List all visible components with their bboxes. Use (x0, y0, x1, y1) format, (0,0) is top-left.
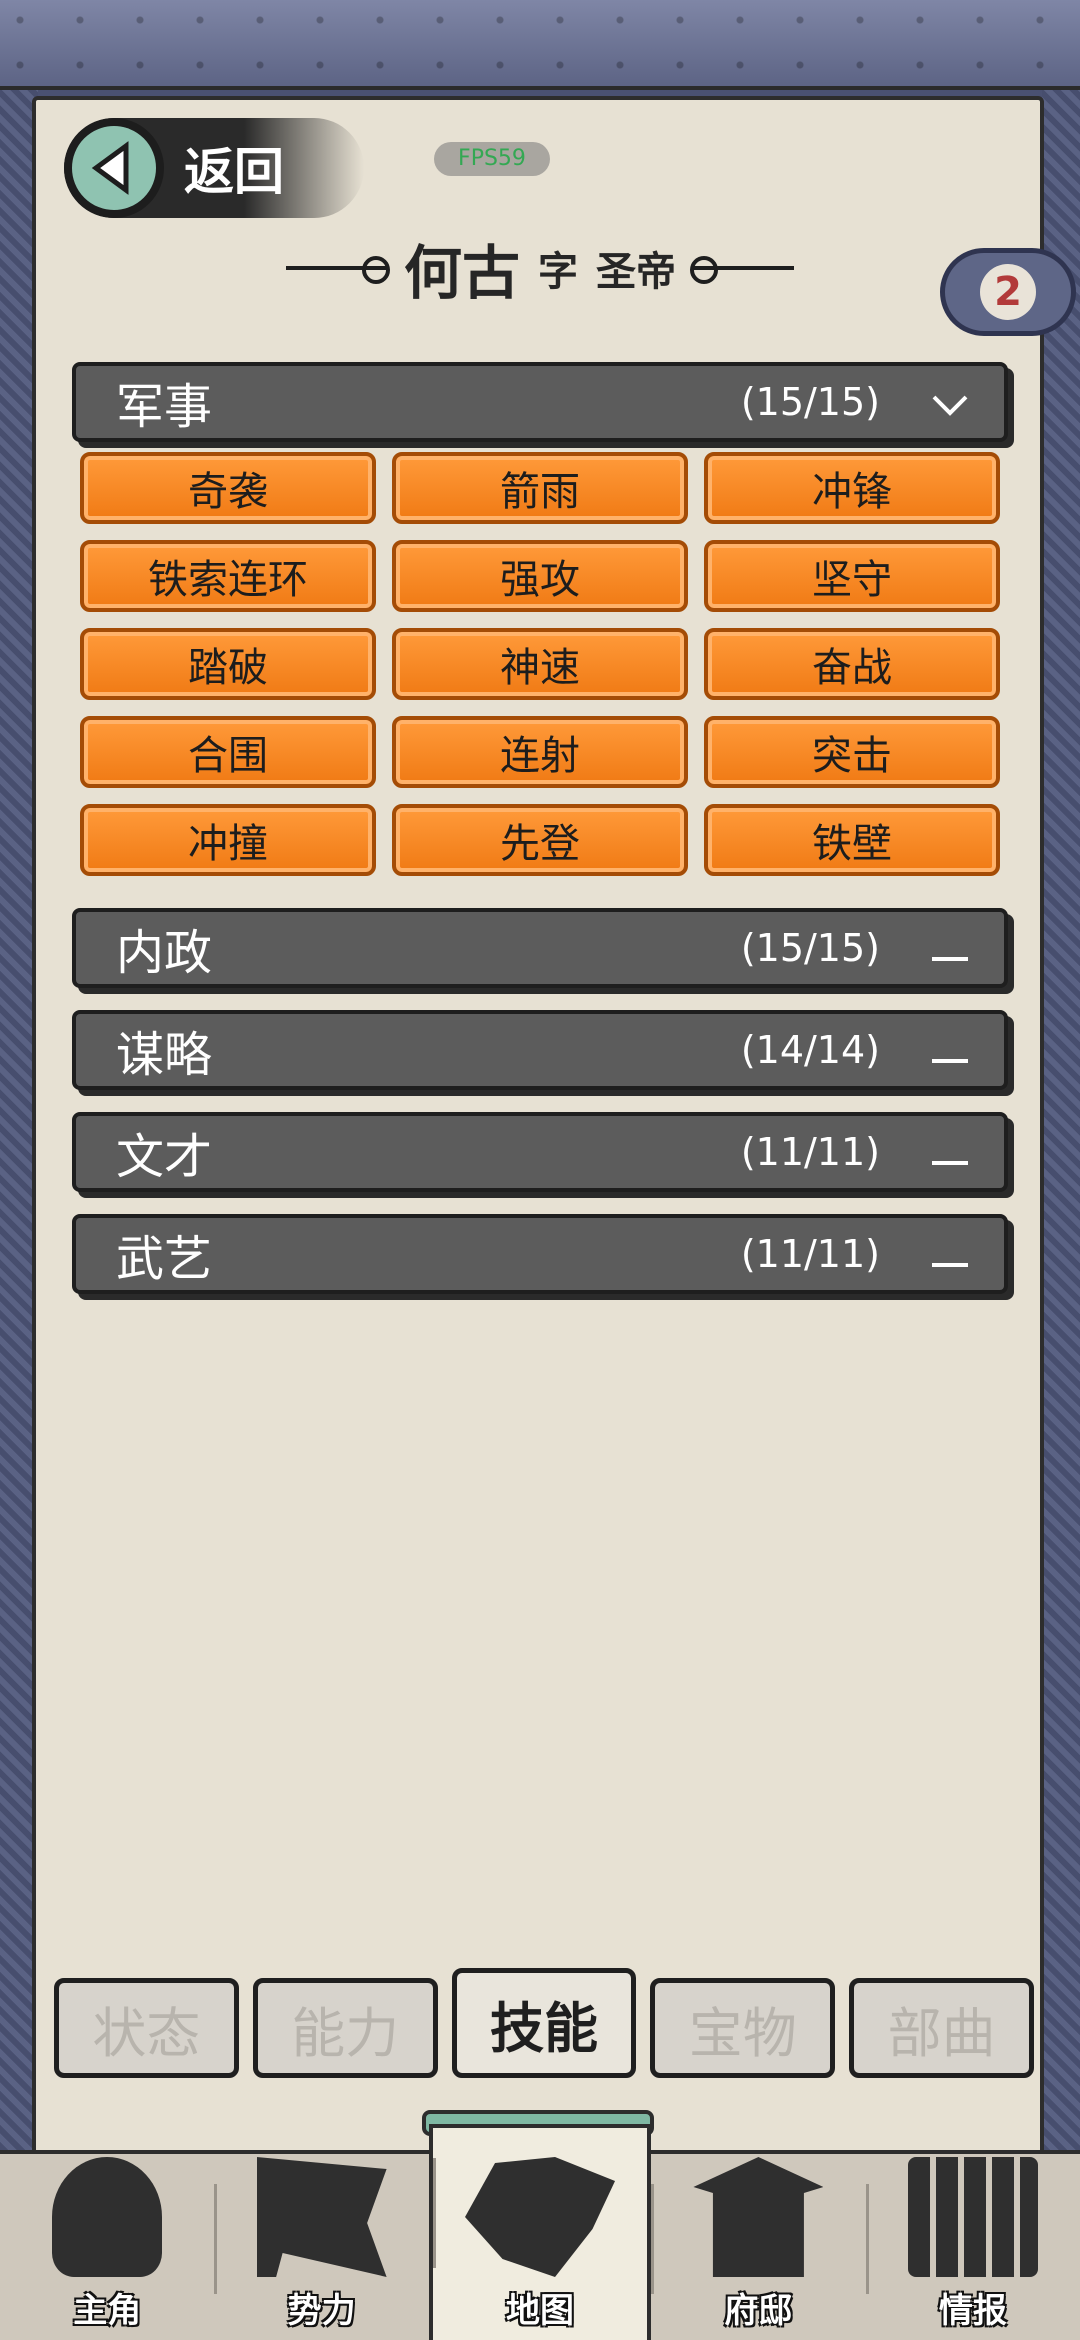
collapse-dash-icon (920, 1230, 980, 1279)
nav-label: 府邸 (724, 2291, 793, 2331)
nav-map[interactable]: 地图 (428, 2124, 652, 2340)
decorative-top-border (0, 0, 1080, 90)
category-name: 武艺 (116, 1231, 213, 1287)
back-button[interactable]: 返回 (64, 118, 364, 218)
tab-ability[interactable]: 能力 (252, 1978, 438, 2078)
title-ornament-right (690, 256, 794, 284)
skill-button[interactable]: 奇袭 (80, 452, 376, 524)
category-header-literature[interactable]: 文才 (11/11) (72, 1112, 1008, 1192)
nav-faction[interactable]: 势力 (214, 2154, 428, 2340)
title-ornament-left (285, 256, 390, 284)
category-name: 内政 (116, 925, 213, 981)
skill-button[interactable]: 冲撞 (80, 804, 376, 876)
category-count: (11/11) (740, 1130, 880, 1174)
back-arrow-icon (64, 118, 164, 218)
category-header-administration[interactable]: 内政 (15/15) (72, 908, 1008, 988)
detail-tab-bar: 状态 能力 技能 宝物 部曲 (48, 1968, 1040, 2086)
nav-mansion[interactable]: 府邸 (651, 2154, 865, 2340)
skill-button[interactable]: 突击 (704, 716, 1000, 788)
avatar-icon (52, 2157, 163, 2277)
category-header-martial[interactable]: 武艺 (11/11) (72, 1214, 1008, 1294)
category-count: (15/15) (740, 926, 880, 970)
category-count: (15/15) (740, 380, 880, 424)
mansion-icon (693, 2157, 824, 2277)
tab-status[interactable]: 状态 (54, 1978, 239, 2078)
nav-label: 主角 (73, 2291, 142, 2331)
collapse-dash-icon (920, 1128, 980, 1177)
skill-button[interactable]: 铁索连环 (80, 540, 376, 612)
back-label: 返回 (184, 143, 284, 201)
category-header-strategy[interactable]: 谋略 (14/14) (72, 1010, 1008, 1090)
flag-icon (256, 2157, 387, 2277)
tab-skills[interactable]: 技能 (451, 1968, 637, 2078)
courtesy-name: 圣帝 (596, 249, 676, 295)
skill-button[interactable]: 先登 (392, 804, 688, 876)
category-name: 文才 (116, 1129, 213, 1185)
category-name: 谋略 (116, 1027, 213, 1083)
skill-button[interactable]: 神速 (392, 628, 688, 700)
nav-protagonist[interactable]: 主角 (0, 2154, 214, 2340)
category-count: (11/11) (740, 1232, 880, 1276)
category-name: 军事 (116, 379, 213, 435)
tab-treasure[interactable]: 宝物 (650, 1978, 836, 2078)
category-header-military[interactable]: 军事 (15/15) (72, 362, 1008, 442)
skill-grid: 奇袭 箭雨 冲锋 铁索连环 强攻 坚守 踏破 神速 奋战 合围 连射 突击 冲撞… (80, 452, 1000, 876)
nav-intelligence[interactable]: 情报 (865, 2154, 1080, 2340)
scroll-icon (907, 2157, 1038, 2277)
collapse-dash-icon (920, 924, 980, 973)
skill-button[interactable]: 奋战 (704, 628, 1000, 700)
map-icon (465, 2157, 616, 2277)
tab-retinue[interactable]: 部曲 (849, 1978, 1034, 2078)
nav-label: 情报 (938, 2291, 1007, 2331)
collapse-dash-icon (920, 1026, 980, 1075)
chevron-down-icon (920, 378, 980, 427)
skill-button[interactable]: 合围 (80, 716, 376, 788)
character-title: 何古 字 圣帝 (240, 228, 840, 308)
skill-button[interactable]: 箭雨 (392, 452, 688, 524)
skill-button[interactable]: 踏破 (80, 628, 376, 700)
skill-button[interactable]: 铁壁 (704, 804, 1000, 876)
character-name: 何古 (403, 239, 520, 307)
fps-counter: FPS59 (434, 142, 550, 176)
skill-button[interactable]: 强攻 (392, 540, 688, 612)
nav-label: 地图 (506, 2291, 575, 2331)
nav-label: 势力 (287, 2291, 356, 2331)
skill-points-badge[interactable]: 2 (940, 248, 1076, 336)
skill-button[interactable]: 冲锋 (704, 452, 1000, 524)
courtesy-prefix: 字 (538, 249, 578, 295)
category-count: (14/14) (740, 1028, 880, 1072)
skill-points-count: 2 (980, 264, 1036, 320)
bottom-navigation: 主角 势力 地图 府邸 情报 (0, 2124, 1080, 2340)
decorative-right-border (1042, 90, 1080, 2150)
skill-button[interactable]: 连射 (392, 716, 688, 788)
skill-button[interactable]: 坚守 (704, 540, 1000, 612)
